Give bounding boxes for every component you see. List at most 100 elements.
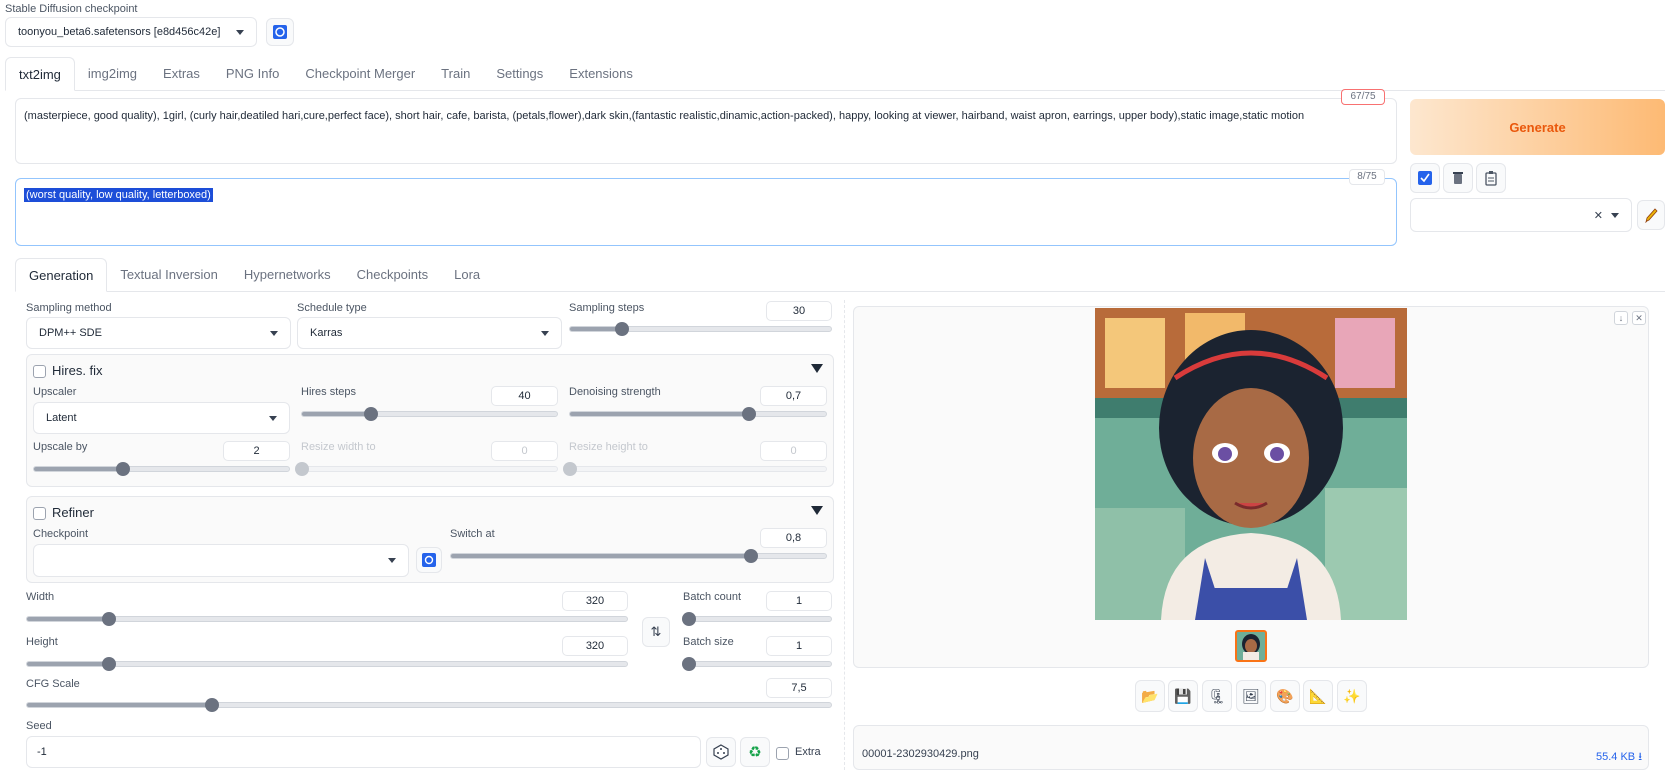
slider-knob[interactable] bbox=[101, 612, 116, 626]
edit-styles-button[interactable] bbox=[1637, 200, 1665, 230]
collapse-triangle-icon[interactable] bbox=[811, 506, 823, 515]
resize-width-input[interactable]: 0 bbox=[491, 441, 558, 461]
height-input[interactable]: 320 bbox=[562, 636, 628, 656]
height-label: Height bbox=[26, 636, 58, 648]
resize-width-label: Resize width to bbox=[301, 441, 376, 453]
upscale-by-input[interactable]: 2 bbox=[223, 441, 290, 461]
hires-steps-slider[interactable] bbox=[301, 407, 558, 421]
generate-button[interactable]: Generate bbox=[1410, 99, 1665, 155]
tab-img2img[interactable]: img2img bbox=[75, 57, 150, 91]
tab-train[interactable]: Train bbox=[428, 57, 483, 91]
swap-dimensions-button[interactable]: ⇅ bbox=[642, 617, 670, 647]
refiner-checkbox[interactable] bbox=[33, 507, 46, 520]
slider-knob[interactable] bbox=[682, 657, 696, 671]
tab-generation[interactable]: Generation bbox=[15, 258, 108, 292]
generated-image[interactable] bbox=[1095, 308, 1407, 620]
chevron-down-icon bbox=[269, 415, 277, 421]
tab-textual-inversion[interactable]: Textual Inversion bbox=[107, 258, 231, 292]
upscaler-select[interactable]: Latent bbox=[33, 402, 290, 434]
hires-fix-label: Hires. fix bbox=[52, 363, 103, 378]
cfg-scale-input[interactable]: 7,5 bbox=[766, 678, 832, 698]
tab-extensions[interactable]: Extensions bbox=[556, 57, 646, 91]
prompt-textarea[interactable]: (masterpiece, good quality), 1girl, (cur… bbox=[15, 98, 1397, 164]
denoising-strength-slider[interactable] bbox=[569, 407, 827, 421]
tab-settings[interactable]: Settings bbox=[483, 57, 556, 91]
upscale-by-slider[interactable] bbox=[33, 462, 290, 476]
random-seed-button[interactable] bbox=[706, 737, 736, 767]
tab-lora[interactable]: Lora bbox=[441, 258, 493, 292]
clear-prompt-button[interactable] bbox=[1443, 163, 1473, 193]
slider-knob[interactable] bbox=[363, 407, 378, 421]
extra-seed-checkbox[interactable] bbox=[776, 747, 789, 760]
tab-png-info[interactable]: PNG Info bbox=[213, 57, 292, 91]
seed-label: Seed bbox=[26, 720, 52, 732]
checkpoint-select[interactable]: toonyou_beta6.safetensors [e8d456c42e] bbox=[5, 17, 257, 47]
styles-select[interactable]: ✕ bbox=[1410, 198, 1632, 232]
paste-button[interactable] bbox=[1476, 163, 1506, 193]
chevron-down-icon bbox=[236, 29, 244, 35]
sampling-method-select[interactable]: DPM++ SDE bbox=[26, 317, 291, 349]
resize-height-slider[interactable] bbox=[563, 462, 827, 476]
send-to-inpaint-button[interactable]: 🎨 bbox=[1270, 680, 1300, 712]
slider-knob[interactable] bbox=[682, 612, 696, 626]
reuse-seed-button[interactable]: ♻ bbox=[740, 737, 770, 767]
refiner-checkpoint-select[interactable] bbox=[33, 544, 409, 577]
save-button[interactable]: 💾 bbox=[1168, 680, 1198, 712]
slider-knob[interactable] bbox=[563, 462, 577, 476]
schedule-type-select[interactable]: Karras bbox=[297, 317, 562, 349]
hires-steps-input[interactable]: 40 bbox=[491, 386, 558, 406]
resize-height-input[interactable]: 0 bbox=[760, 441, 827, 461]
download-icon[interactable]: ↓ bbox=[1614, 311, 1628, 325]
batch-size-input[interactable]: 1 bbox=[766, 636, 832, 656]
folder-icon: 📂 bbox=[1141, 687, 1159, 704]
denoising-strength-label: Denoising strength bbox=[569, 386, 661, 398]
send-to-img2img-button[interactable]: 🖼 bbox=[1236, 680, 1266, 712]
switch-at-input[interactable]: 0,8 bbox=[760, 528, 827, 548]
output-file-size[interactable]: 55.4 KB ⭳ bbox=[1596, 748, 1642, 767]
refresh-refiner-button[interactable] bbox=[416, 547, 442, 573]
refresh-icon bbox=[422, 553, 436, 567]
batch-count-label: Batch count bbox=[683, 591, 742, 603]
batch-size-label: Batch size bbox=[683, 636, 734, 648]
dice-icon bbox=[713, 744, 729, 760]
check-icon bbox=[1418, 171, 1432, 185]
refresh-checkpoint-button[interactable] bbox=[266, 18, 294, 46]
gallery-thumbnail[interactable] bbox=[1235, 630, 1267, 662]
upscale-button[interactable]: ✨ bbox=[1337, 680, 1367, 712]
sampling-steps-input[interactable]: 30 bbox=[766, 301, 832, 321]
checkpoint-label: Stable Diffusion checkpoint bbox=[5, 3, 138, 15]
batch-count-slider[interactable] bbox=[682, 612, 832, 626]
slider-knob[interactable] bbox=[295, 462, 309, 476]
slider-knob[interactable] bbox=[615, 322, 630, 336]
tab-checkpoint-merger[interactable]: Checkpoint Merger bbox=[292, 57, 428, 91]
tab-txt2img[interactable]: txt2img bbox=[5, 57, 75, 91]
tab-hypernetworks[interactable]: Hypernetworks bbox=[231, 258, 344, 292]
width-slider[interactable] bbox=[26, 612, 628, 626]
width-input[interactable]: 320 bbox=[562, 591, 628, 611]
send-to-extras-button[interactable]: 📐 bbox=[1303, 680, 1333, 712]
batch-size-slider[interactable] bbox=[682, 657, 832, 671]
clear-styles-icon[interactable]: ✕ bbox=[1594, 209, 1603, 222]
slider-knob[interactable] bbox=[101, 657, 116, 671]
batch-count-input[interactable]: 1 bbox=[766, 591, 832, 611]
resize-width-slider[interactable] bbox=[295, 462, 558, 476]
tab-extras[interactable]: Extras bbox=[150, 57, 213, 91]
seed-input[interactable]: -1 bbox=[26, 736, 701, 768]
denoising-strength-input[interactable]: 0,7 bbox=[760, 386, 827, 406]
slider-knob[interactable] bbox=[744, 549, 758, 563]
collapse-triangle-icon[interactable] bbox=[811, 364, 823, 373]
height-slider[interactable] bbox=[26, 657, 628, 671]
chevron-down-icon bbox=[388, 558, 396, 563]
switch-at-slider[interactable] bbox=[450, 549, 827, 563]
tab-checkpoints[interactable]: Checkpoints bbox=[344, 258, 442, 292]
apply-style-button[interactable] bbox=[1410, 163, 1440, 193]
sampling-steps-slider[interactable] bbox=[569, 322, 832, 336]
negative-prompt-textarea[interactable]: (worst quality, low quality, letterboxed… bbox=[15, 178, 1397, 246]
slider-knob[interactable] bbox=[204, 698, 219, 712]
schedule-type-label: Schedule type bbox=[297, 302, 367, 314]
open-folder-button[interactable]: 📂 bbox=[1135, 680, 1165, 712]
cfg-scale-slider[interactable] bbox=[26, 698, 832, 712]
close-icon[interactable]: ✕ bbox=[1632, 311, 1646, 325]
zip-button[interactable]: 🗜 bbox=[1202, 680, 1232, 712]
hires-fix-checkbox[interactable] bbox=[33, 365, 46, 378]
